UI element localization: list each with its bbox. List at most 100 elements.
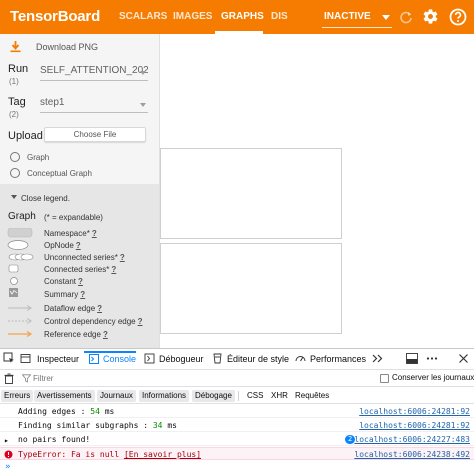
filter-icon	[22, 374, 31, 383]
devtools-tab-performance[interactable]: Performances	[310, 354, 366, 364]
log-source-link[interactable]: localhost:6006:24238:492	[354, 450, 470, 459]
choose-file-button[interactable]: Choose File	[44, 127, 146, 142]
refresh-icon[interactable]	[399, 10, 413, 24]
log-text: Finding similar subgraphs :	[18, 421, 153, 430]
chevron-down-icon	[140, 71, 146, 75]
help-link[interactable]: ?	[111, 265, 116, 274]
legend-label: Unconnected series*	[44, 253, 118, 262]
legend-panel: Close legend. Graph (* = expandable) Nam…	[0, 184, 159, 348]
help-link[interactable]: ?	[97, 304, 102, 313]
log-source-link[interactable]: localhost:6006:24227:483	[354, 435, 470, 444]
tab-graphs[interactable]: GRAPHS	[221, 11, 264, 22]
legend-connected-series: Connected series*?	[44, 265, 116, 274]
style-editor-icon	[213, 353, 222, 364]
help-link[interactable]: ?	[76, 241, 81, 250]
category-logs[interactable]: Journaux	[97, 390, 136, 402]
console-log-row: ▸ no pairs found! 2 localhost:6006:24227…	[0, 433, 474, 446]
category-css[interactable]: CSS	[244, 390, 266, 402]
legend-symbols	[7, 228, 34, 338]
help-link[interactable]: ?	[120, 253, 125, 262]
trash-icon[interactable]	[4, 373, 14, 384]
category-errors[interactable]: Erreurs	[1, 390, 34, 402]
tab-distributions[interactable]: DIS	[271, 11, 288, 22]
log-value: 54	[90, 407, 100, 416]
debugger-icon	[144, 353, 155, 364]
top-app-bar: TensorBoard SCALARS IMAGES GRAPHS DIS IN…	[0, 0, 474, 34]
dock-icon[interactable]	[406, 353, 418, 364]
help-link[interactable]: ?	[80, 290, 85, 299]
dataflow-edge-symbol	[8, 305, 32, 311]
legend-label: Dataflow edge	[44, 304, 96, 313]
devtools-tab-style-editor[interactable]: Éditeur de style	[227, 354, 289, 364]
category-requests[interactable]: Requêtes	[292, 390, 332, 402]
console-filter-bar: Conserver les journaux	[0, 369, 474, 387]
legend-label: OpNode	[44, 241, 74, 250]
console-prompt-icon[interactable]: »	[5, 462, 10, 472]
console-icon	[89, 354, 99, 364]
legend-title: Graph	[8, 211, 36, 222]
help-icon[interactable]	[449, 8, 467, 26]
run-status-select[interactable]: INACTIVE	[322, 6, 392, 28]
category-debug[interactable]: Débogage	[192, 390, 235, 402]
legend-constant: Constant?	[44, 277, 83, 286]
download-icon[interactable]	[9, 40, 22, 53]
app-title: TensorBoard	[10, 8, 101, 25]
help-link[interactable]: ?	[138, 317, 143, 326]
tag-select[interactable]: step1	[40, 97, 148, 113]
log-message: Adding edges : 54 ms	[18, 407, 114, 416]
run-label: Run	[8, 63, 29, 75]
log-source-link[interactable]: localhost:6006:24281:92	[359, 407, 470, 416]
inspector-icon	[20, 354, 31, 363]
expand-arrow-icon[interactable]: ▸	[4, 436, 9, 445]
run-status-value: INACTIVE	[324, 11, 371, 22]
log-value: 34	[152, 421, 163, 430]
legend-unconnected-series: Unconnected series*?	[44, 253, 125, 262]
close-legend-link[interactable]: Close legend.	[21, 194, 70, 203]
log-unit: ms	[162, 421, 177, 430]
legend-label: Control dependency edge	[44, 317, 136, 326]
category-warnings[interactable]: Avertissements	[34, 390, 95, 402]
error-icon	[4, 450, 13, 459]
tab-scalars[interactable]: SCALARS	[119, 11, 167, 22]
log-text: TypeError: Fa is null	[18, 450, 124, 459]
category-xhr[interactable]: XHR	[268, 390, 291, 402]
gear-icon[interactable]	[422, 8, 439, 25]
graph-type-radio[interactable]	[10, 152, 20, 162]
run-select[interactable]: SELF_ATTENTION_202	[40, 65, 148, 81]
console-filter-input[interactable]	[33, 372, 333, 385]
connected-series-symbol	[8, 264, 19, 273]
more-tabs-icon[interactable]	[372, 354, 383, 363]
devtools-tab-inspector[interactable]: Inspecteur	[37, 354, 79, 364]
learn-more-link[interactable]: [En savoir plus]	[124, 450, 201, 459]
more-options-icon[interactable]	[426, 353, 438, 364]
legend-label: Connected series*	[44, 265, 110, 274]
conceptual-graph-radio[interactable]	[10, 168, 20, 178]
devtools-tab-debugger[interactable]: Débogueur	[159, 354, 204, 364]
legend-reference-edge: Reference edge?	[44, 330, 108, 339]
close-icon[interactable]	[458, 353, 469, 364]
control-dependency-edge-symbol	[8, 318, 32, 324]
download-png-button[interactable]: Download PNG	[36, 42, 98, 52]
help-link[interactable]: ?	[103, 330, 108, 339]
help-link[interactable]: ?	[78, 277, 83, 286]
sidebar: Download PNG Run (1) SELF_ATTENTION_202 …	[0, 34, 160, 348]
graph-node-panel	[160, 148, 342, 239]
legend-namespace: Namespace*?	[44, 229, 97, 238]
log-unit: ms	[99, 407, 115, 416]
legend-label: Namespace*	[44, 229, 90, 238]
console-error-row: TypeError: Fa is null [En savoir plus] l…	[0, 447, 474, 460]
category-info[interactable]: Informations	[139, 390, 190, 402]
devtools-panel: Inspecteur Console Débogueur Éditeur de …	[0, 348, 474, 472]
persist-logs-checkbox[interactable]	[380, 374, 389, 383]
tab-images[interactable]: IMAGES	[173, 11, 212, 22]
legend-control-dependency-edge: Control dependency edge?	[44, 317, 143, 326]
chevron-down-icon	[11, 195, 17, 199]
log-message: TypeError: Fa is null [En savoir plus]	[18, 450, 201, 459]
legend-hint: (* = expandable)	[44, 213, 103, 222]
element-picker-icon[interactable]	[3, 352, 15, 364]
help-link[interactable]: ?	[92, 229, 97, 238]
log-source-link[interactable]: localhost:6006:24281:92	[359, 421, 470, 430]
devtools-tab-console[interactable]: Console	[103, 354, 136, 364]
separator	[238, 391, 239, 401]
legend-label: Reference edge	[44, 330, 101, 339]
